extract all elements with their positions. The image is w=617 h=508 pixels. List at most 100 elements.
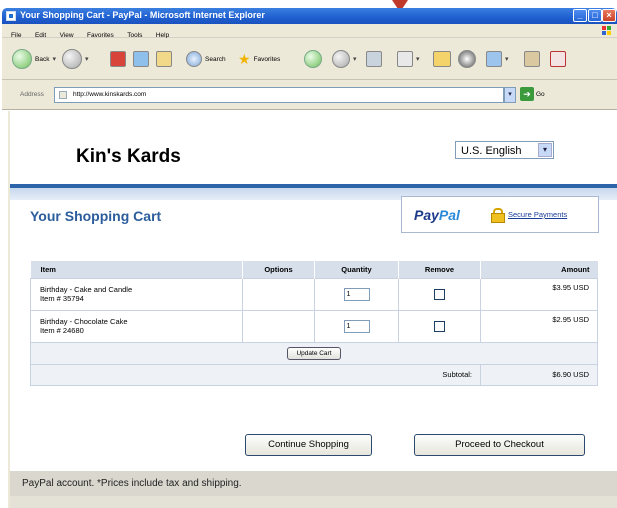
title-bar: Your Shopping Cart - PayPal - Microsoft … xyxy=(2,8,617,24)
header-item: Item xyxy=(30,261,243,278)
update-cell: Update Cart xyxy=(30,341,598,365)
address-bar: Address http://www.kinskards.com ▾ ➔ Go xyxy=(2,80,617,110)
research-button[interactable] xyxy=(458,48,476,70)
print-button[interactable] xyxy=(366,48,382,70)
minimize-icon[interactable]: _ xyxy=(573,9,587,22)
item-cell: Birthday - Cake and Candle Item # 35794 xyxy=(30,277,243,311)
paypal-logo: PayPal xyxy=(414,207,460,223)
secure-payments-link[interactable]: Secure Payments xyxy=(508,210,567,219)
messenger-icon xyxy=(486,51,502,67)
quantity-input[interactable] xyxy=(343,287,370,301)
go-arrow-icon: ➔ xyxy=(520,87,534,101)
lock-icon xyxy=(491,208,505,223)
subtotal-amount: $6.90 USD xyxy=(480,363,598,386)
dropdown-arrow-icon: ▾ xyxy=(353,56,357,63)
folder-icon xyxy=(433,51,451,67)
folder-button[interactable] xyxy=(433,48,451,70)
remove-cell xyxy=(398,309,481,343)
stop-icon xyxy=(110,51,126,67)
messenger-button[interactable]: ▾ xyxy=(486,48,509,70)
footer-lower xyxy=(10,496,617,508)
page-title: Your Shopping Cart xyxy=(30,208,162,224)
tools-button[interactable] xyxy=(524,48,540,70)
header-remove: Remove xyxy=(398,261,481,278)
remove-checkbox[interactable] xyxy=(434,288,445,300)
page-icon xyxy=(59,91,67,99)
search-icon xyxy=(186,51,202,67)
amount-cell: $3.95 USD xyxy=(480,277,598,311)
cart-table: Item Options Quantity Remove Amount Birt… xyxy=(30,261,598,386)
go-button[interactable]: ➔ Go xyxy=(520,87,545,101)
footer-text: PayPal account. *Prices include tax and … xyxy=(22,478,242,489)
update-row: Update Cart xyxy=(30,341,598,365)
update-cart-button[interactable]: Update Cart xyxy=(287,346,341,360)
forward-arrow-icon xyxy=(62,49,82,69)
dropdown-arrow-icon: ▾ xyxy=(52,56,56,63)
home-button[interactable] xyxy=(156,48,172,70)
subtotal-row: Subtotal: $6.90 USD xyxy=(30,363,598,386)
edit-icon xyxy=(397,51,413,67)
back-button[interactable]: Back ▾ xyxy=(12,48,56,70)
address-input[interactable]: http://www.kinskards.com xyxy=(54,87,504,103)
options-cell xyxy=(242,277,315,311)
stop-button[interactable] xyxy=(110,48,126,70)
paypal-badge: PayPal Secure Payments xyxy=(401,196,599,233)
quantity-input[interactable] xyxy=(343,319,370,333)
favorites-star-icon: ★ xyxy=(238,50,251,67)
table-header-row: Item Options Quantity Remove Amount xyxy=(30,261,598,278)
address-label: Address xyxy=(20,91,44,98)
back-arrow-icon xyxy=(12,49,32,69)
header-options: Options xyxy=(242,261,315,278)
windows-logo-icon xyxy=(601,25,613,37)
research-icon xyxy=(458,50,476,68)
store-name: Kin's Kards xyxy=(76,146,181,167)
item-name: Birthday - Cake and Candle xyxy=(40,285,133,294)
subtotal-label: Subtotal: xyxy=(30,363,481,386)
address-url: http://www.kinskards.com xyxy=(73,91,147,98)
table-row: Birthday - Chocolate Cake Item # 24680 $… xyxy=(30,309,598,343)
item-number: Item # 35794 xyxy=(40,294,84,303)
history-button[interactable] xyxy=(304,48,322,70)
quantity-cell xyxy=(314,309,399,343)
mail-button[interactable]: ▾ xyxy=(332,48,357,70)
tools-icon xyxy=(524,51,540,67)
favorites-label: Favorites xyxy=(253,55,281,63)
mail-icon xyxy=(332,50,350,68)
favorites-button[interactable]: ★ Favorites xyxy=(238,48,280,70)
refresh-button[interactable] xyxy=(133,48,149,70)
maximize-icon[interactable]: □ xyxy=(588,9,602,22)
table-row: Birthday - Cake and Candle Item # 35794 … xyxy=(30,277,598,311)
footer-bar: PayPal account. *Prices include tax and … xyxy=(10,471,617,496)
address-dropdown-icon[interactable]: ▾ xyxy=(504,87,516,103)
menu-bar: File Edit View Favorites Tools Help xyxy=(2,24,617,39)
ie-icon xyxy=(6,11,16,21)
refresh-icon xyxy=(133,51,149,67)
history-icon xyxy=(304,50,322,68)
close-icon[interactable]: × xyxy=(602,9,616,22)
dropdown-arrow-icon: ▾ xyxy=(505,56,509,63)
forward-button[interactable]: ▾ xyxy=(62,48,89,70)
search-label: Search xyxy=(205,55,226,63)
page-content: Kin's Kards U.S. English ▾ Your Shopping… xyxy=(8,111,617,508)
back-label: Back xyxy=(35,55,50,63)
acrobat-button[interactable] xyxy=(550,48,566,70)
search-button[interactable]: Search xyxy=(186,48,226,70)
item-name: Birthday - Chocolate Cake xyxy=(40,317,128,326)
home-icon xyxy=(156,51,172,67)
remove-checkbox[interactable] xyxy=(434,320,445,332)
options-cell xyxy=(242,309,315,343)
edit-button[interactable]: ▾ xyxy=(397,48,420,70)
acrobat-icon xyxy=(550,51,566,67)
chevron-down-icon: ▾ xyxy=(538,143,552,157)
dropdown-arrow-icon: ▾ xyxy=(85,56,89,63)
continue-shopping-button[interactable]: Continue Shopping xyxy=(245,434,372,456)
language-value: U.S. English xyxy=(461,145,522,157)
print-icon xyxy=(366,51,382,67)
quantity-cell xyxy=(314,277,399,311)
proceed-to-checkout-button[interactable]: Proceed to Checkout xyxy=(414,434,585,456)
window-title: Your Shopping Cart - PayPal - Microsoft … xyxy=(20,10,265,20)
toolbar: Back ▾ ▾ Search ★ Favorites ▾ ▾ ▾ xyxy=(2,38,617,80)
item-cell: Birthday - Chocolate Cake Item # 24680 xyxy=(30,309,243,343)
language-select[interactable]: U.S. English ▾ xyxy=(455,141,554,159)
remove-cell xyxy=(398,277,481,311)
